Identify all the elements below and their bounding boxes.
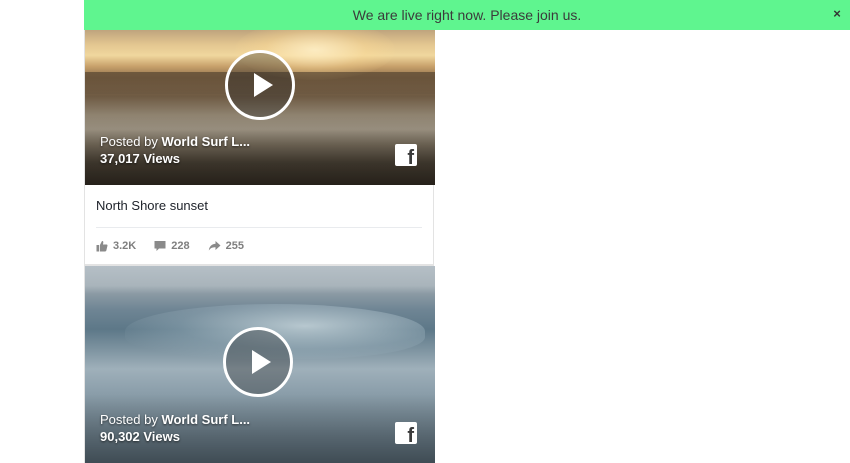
facebook-glyph: f	[407, 425, 414, 447]
play-icon	[252, 350, 271, 374]
posted-by-label: Posted by	[100, 134, 158, 149]
facebook-icon[interactable]: f	[395, 144, 417, 169]
author-name[interactable]: World Surf L...	[161, 134, 250, 149]
live-banner: We are live right now. Please join us. ×	[84, 0, 850, 30]
author-name[interactable]: World Surf L...	[161, 412, 250, 427]
post-meta: Posted by World Surf L... 90,302 Views	[100, 411, 250, 445]
play-icon	[254, 73, 273, 97]
posted-by-label: Posted by	[100, 412, 158, 427]
comment-icon	[154, 241, 166, 251]
post-caption: North Shore sunset	[96, 198, 209, 213]
view-count: 90,302 Views	[100, 429, 180, 444]
view-count: 37,017 Views	[100, 151, 180, 166]
video-post-card: Posted by World Surf L... 90,302 Views f	[84, 265, 435, 463]
live-banner-message: We are live right now. Please join us.	[352, 7, 582, 23]
share-arrow-icon	[208, 241, 221, 251]
video-post-card: Posted by World Surf L... 37,017 Views f…	[84, 0, 435, 265]
facebook-icon[interactable]: f	[395, 422, 417, 447]
page: Posted by World Surf L... 37,017 Views f…	[0, 0, 850, 463]
engagement-bar: 3.2K 228 255	[85, 228, 433, 264]
video-thumbnail[interactable]: Posted by World Surf L... 90,302 Views f	[85, 266, 435, 463]
comments-stat[interactable]: 228	[154, 240, 190, 252]
likes-count: 3.2K	[113, 240, 137, 252]
play-button[interactable]	[225, 50, 295, 120]
play-button[interactable]	[223, 327, 293, 397]
facebook-glyph: f	[407, 147, 414, 169]
video-feed: Posted by World Surf L... 37,017 Views f…	[84, 0, 435, 463]
thumbs-up-icon	[96, 240, 108, 252]
comments-count: 228	[171, 240, 190, 252]
shares-count: 255	[225, 240, 244, 252]
likes-stat[interactable]: 3.2K	[96, 240, 136, 252]
post-meta: Posted by World Surf L... 37,017 Views	[100, 133, 250, 167]
shares-stat[interactable]: 255	[208, 240, 244, 252]
close-icon[interactable]: ×	[830, 6, 844, 22]
